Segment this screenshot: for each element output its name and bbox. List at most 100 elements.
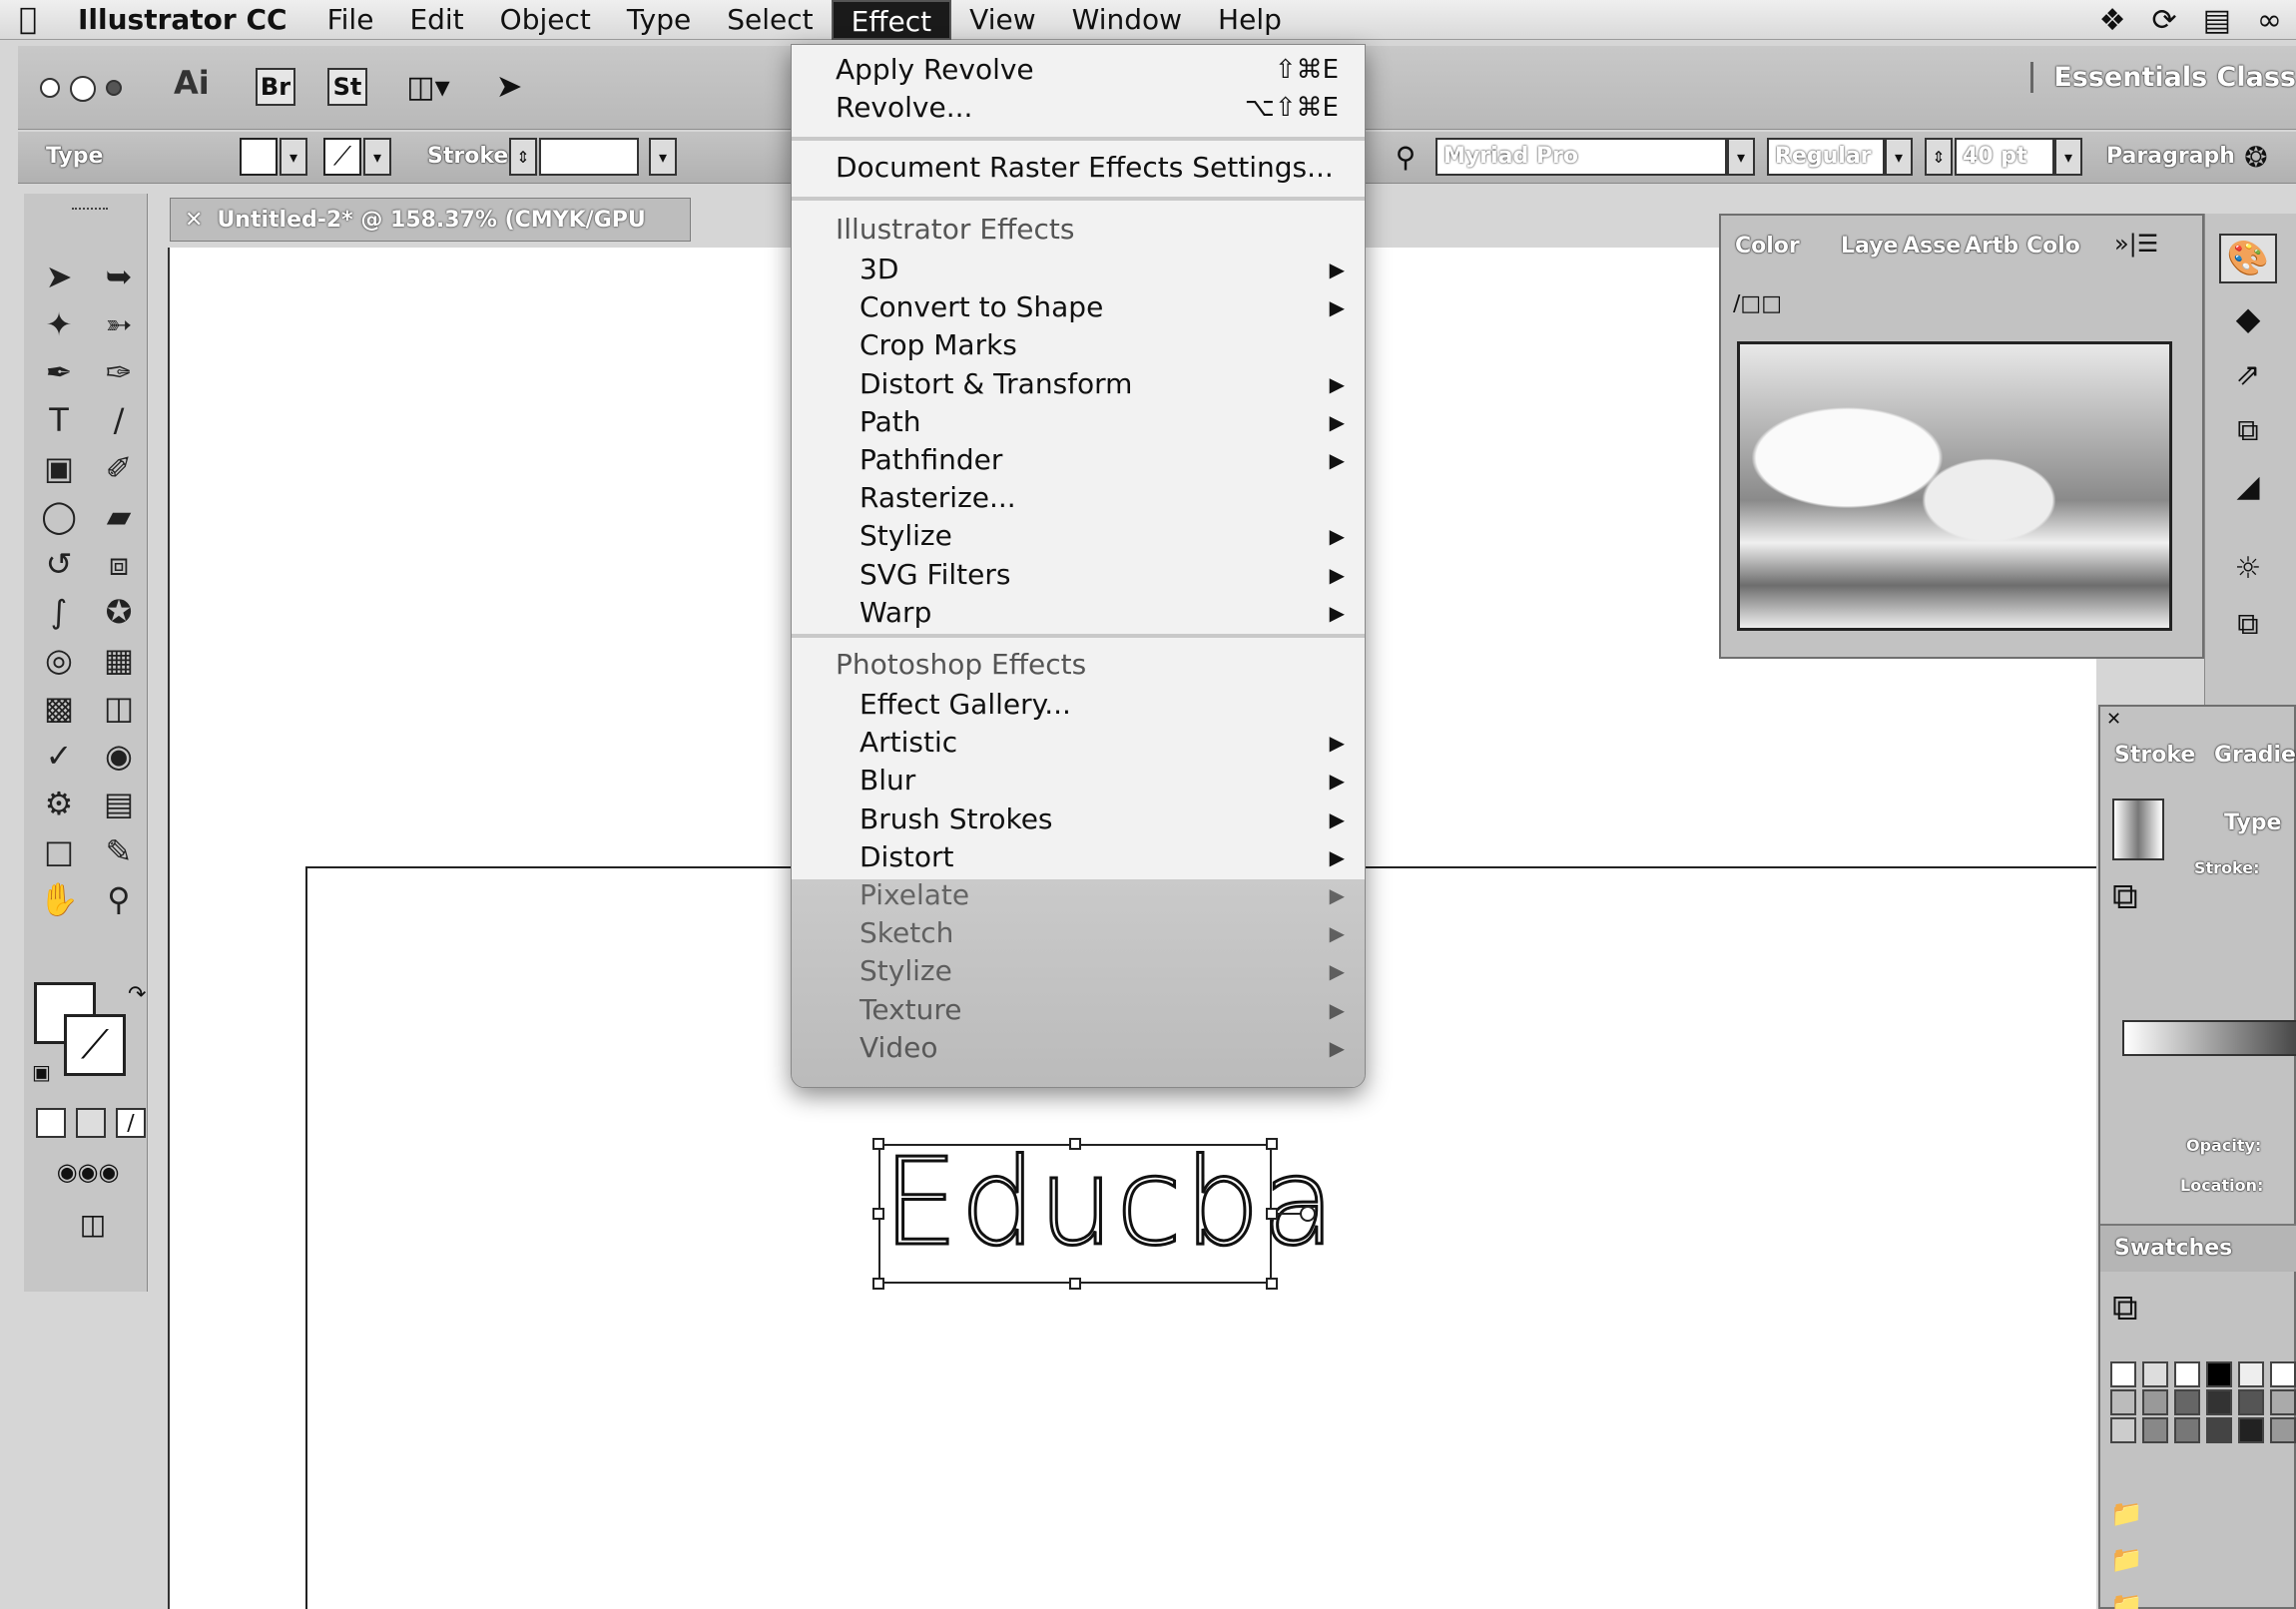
graphic-styles-icon[interactable]: ⧉	[2219, 599, 2277, 649]
stock-button[interactable]: St	[327, 68, 367, 106]
eraser-tool-icon[interactable]: ▰	[92, 493, 146, 539]
font-size-stepper[interactable]: ⇕	[1925, 138, 1953, 176]
swatch[interactable]	[2174, 1417, 2200, 1443]
menu-item-stylize[interactable]: Stylize ▶	[792, 517, 1365, 555]
swatch[interactable]	[2142, 1417, 2168, 1443]
fill-dropdown[interactable]: ▾	[280, 138, 307, 176]
swatch[interactable]	[2270, 1417, 2296, 1443]
fill-stroke-none-icon[interactable]: ∕□□	[1733, 291, 1817, 321]
menu-help[interactable]: Help	[1200, 0, 1300, 40]
none-mode-icon[interactable]: ∕	[116, 1108, 146, 1138]
draw-modes-icon[interactable]: ◉◉◉	[34, 1154, 142, 1190]
menu-item-crop-marks[interactable]: Crop Marks	[792, 326, 1365, 364]
puppet-warp-tool-icon[interactable]: ✪	[92, 589, 146, 635]
menu-item-apply-revolve[interactable]: Apply Revolve ⇧⌘E	[792, 51, 1365, 89]
symbol-sprayer-tool-icon[interactable]: ⚙	[32, 781, 86, 826]
font-size-dropdown[interactable]: ▾	[2054, 138, 2082, 176]
swatch[interactable]	[2110, 1389, 2136, 1415]
tab-layers[interactable]: Laye	[1841, 234, 1898, 259]
menu-item-document-raster-effects-settings[interactable]: Document Raster Effects Settings...	[792, 149, 1365, 187]
lasso-tool-icon[interactable]: ➳	[92, 301, 146, 347]
gradient-mode-icon[interactable]	[76, 1108, 106, 1138]
menu-file[interactable]: File	[309, 0, 392, 40]
menu-view[interactable]: View	[951, 0, 1053, 40]
direct-selection-tool-icon[interactable]: ➥	[92, 254, 146, 299]
tab-stroke[interactable]: Stroke	[2114, 743, 2195, 768]
swap-fill-stroke-icon[interactable]: ↷	[128, 982, 146, 1007]
tab-swatches[interactable]: Swatches	[2114, 1236, 2232, 1261]
stroke-color-box[interactable]: ⟋	[64, 1014, 126, 1076]
close-window-button[interactable]	[40, 78, 60, 98]
swatch-fill-stroke-icon[interactable]: ⧉	[2112, 1288, 2138, 1330]
gradient-thumbnail[interactable]	[2112, 799, 2164, 860]
font-style-field[interactable]: Regular	[1767, 138, 1885, 176]
magic-wand-tool-icon[interactable]: ✦	[32, 301, 86, 347]
color-panel-icon[interactable]: 🎨	[2219, 234, 2277, 283]
swatch[interactable]	[2174, 1389, 2200, 1415]
panel-grip[interactable]	[72, 208, 108, 214]
layers-panel-icon[interactable]: ◆	[2219, 293, 2277, 343]
font-search-icon[interactable]: ⚲	[1386, 138, 1426, 176]
gradient-slider[interactable]	[2122, 1020, 2296, 1056]
tab-artboards[interactable]: Artb	[1965, 234, 2018, 259]
blend-tool-icon[interactable]: ◉	[92, 733, 146, 779]
gradient-tool-icon[interactable]: ◫	[92, 685, 146, 731]
stroke-weight-field[interactable]	[539, 138, 639, 176]
line-tool-icon[interactable]: ∕	[92, 397, 146, 443]
font-family-field[interactable]: Myriad Pro	[1435, 138, 1727, 176]
font-family-dropdown[interactable]: ▾	[1727, 138, 1755, 176]
menu-item-svg-filters[interactable]: SVG Filters ▶	[792, 556, 1365, 594]
handle-bottom-right[interactable]	[1266, 1278, 1278, 1290]
zoom-window-button[interactable]	[106, 80, 122, 96]
handle-middle-right[interactable]	[1266, 1208, 1278, 1220]
color-mode-icon[interactable]	[36, 1108, 66, 1138]
artboard-tool-icon[interactable]: □	[32, 828, 86, 874]
recolor-artwork-icon[interactable]: ❂	[2234, 138, 2278, 176]
type-handle-circle[interactable]	[1300, 1206, 1316, 1222]
workspace-switcher[interactable]: Essentials Class	[2030, 62, 2296, 93]
menu-item-brush-strokes[interactable]: Brush Strokes ▶	[792, 801, 1365, 838]
tab-asset-export[interactable]: Asse	[1903, 234, 1961, 259]
shaper-tool-icon[interactable]: ◯	[32, 493, 86, 539]
color-spectrum[interactable]	[1737, 341, 2172, 631]
menu-item-warp[interactable]: Warp ▶	[792, 594, 1365, 632]
close-icon[interactable]: ✕	[2106, 709, 2121, 730]
handle-top-left[interactable]	[872, 1138, 884, 1150]
menu-item-revolve[interactable]: Revolve... ⌥⇧⌘E	[792, 89, 1365, 127]
shape-builder-tool-icon[interactable]: ◎	[32, 637, 86, 683]
menu-select[interactable]: Select	[709, 0, 831, 40]
menu-item-rasterize[interactable]: Rasterize...	[792, 479, 1365, 517]
stroke-weight-dropdown[interactable]: ▾	[649, 138, 677, 176]
text-object[interactable]: Educba	[881, 1133, 1338, 1275]
swatch[interactable]	[2238, 1361, 2264, 1387]
handle-middle-left[interactable]	[872, 1208, 884, 1220]
mesh-tool-icon[interactable]: ▩	[32, 685, 86, 731]
panel-menu-icon[interactable]: »|☰	[2114, 230, 2158, 258]
menu-item-artistic[interactable]: Artistic ▶	[792, 724, 1365, 762]
menu-item-distort-transform[interactable]: Distort & Transform ▶	[792, 365, 1365, 403]
scale-tool-icon[interactable]: ⧈	[92, 541, 146, 587]
gpu-performance-icon[interactable]: ➤	[487, 66, 531, 106]
creative-cloud-icon[interactable]: ∞	[2257, 3, 2282, 38]
apple-icon[interactable]: 	[0, 2, 56, 37]
menu-item-3d[interactable]: 3D ▶	[792, 251, 1365, 288]
menu-type[interactable]: Type	[609, 0, 709, 40]
eyedropper-tool-icon[interactable]: ✓	[32, 733, 86, 779]
swatch-folders[interactable]: 📁 📁 📁	[2110, 1491, 2142, 1609]
tab-gradient[interactable]: Gradie	[2214, 743, 2296, 768]
tab-color-guide[interactable]: Colo	[2026, 234, 2080, 259]
width-tool-icon[interactable]: ∫	[32, 589, 86, 635]
swatch-registration[interactable]	[2142, 1361, 2168, 1387]
default-colors-icon[interactable]: ▣	[32, 1060, 51, 1084]
selection-tool-icon[interactable]: ➤	[32, 254, 86, 299]
menu-item-blur[interactable]: Blur ▶	[792, 762, 1365, 800]
swatch[interactable]	[2206, 1389, 2232, 1415]
menu-item-effect-gallery[interactable]: Effect Gallery...	[792, 686, 1365, 724]
arrange-documents-icon[interactable]: ◫▾	[393, 68, 463, 106]
menu-effect[interactable]: Effect	[831, 0, 952, 40]
document-tab[interactable]: ✕Untitled-2* @ 158.37% (CMYK/GPU Preview…	[170, 198, 691, 276]
appearance-panel-icon[interactable]: ☼	[2219, 543, 2277, 593]
font-size-field[interactable]: 40 pt	[1955, 138, 2054, 176]
swatch-none[interactable]	[2110, 1361, 2136, 1387]
artboards-panel-icon[interactable]: ⧉	[2219, 405, 2277, 455]
